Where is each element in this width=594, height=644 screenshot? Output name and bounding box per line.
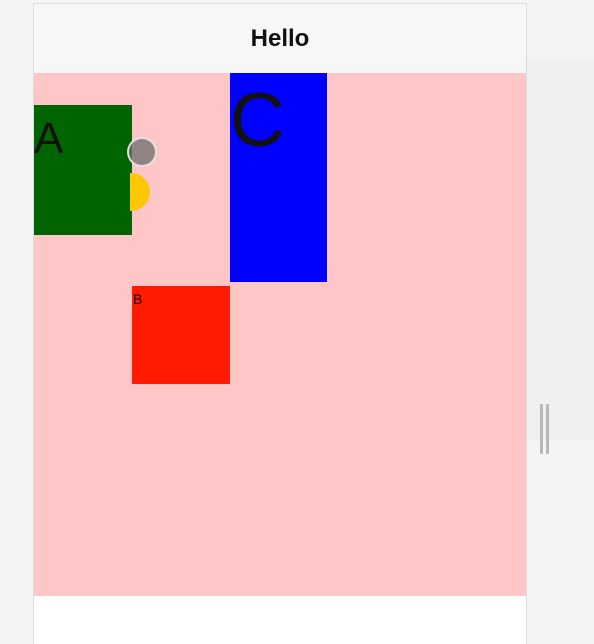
box-c-label: C — [230, 78, 285, 163]
resize-bar-left — [539, 404, 543, 454]
vertical-double-bar-icon[interactable] — [537, 404, 551, 454]
navigation-bar: Hello — [34, 4, 526, 74]
box-b[interactable]: B — [132, 286, 230, 384]
content-area[interactable]: A C B — [34, 73, 526, 596]
box-a-label: A — [34, 114, 64, 163]
touch-point-icon — [127, 137, 157, 167]
yellow-circle[interactable] — [130, 173, 150, 211]
simulator-screen: Hello A C B — [34, 4, 526, 644]
nav-title: Hello — [250, 24, 310, 52]
resize-bar-right — [545, 404, 549, 454]
box-b-label: B — [133, 291, 143, 307]
box-a[interactable]: A — [34, 105, 132, 235]
box-c[interactable]: C — [230, 73, 327, 282]
